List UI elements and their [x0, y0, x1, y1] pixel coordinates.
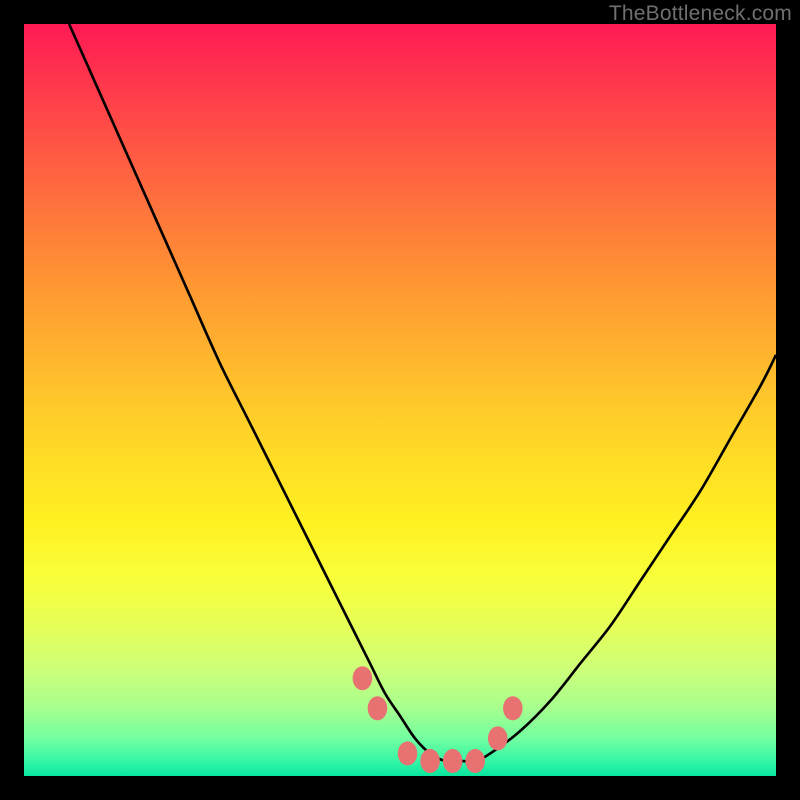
plot-area: [24, 24, 776, 776]
bottleneck-curve-path: [69, 24, 776, 762]
curve-svg: [24, 24, 776, 776]
watermark-text: TheBottleneck.com: [609, 2, 792, 26]
floor-dot-1: [398, 741, 418, 765]
floor-dot-2: [420, 749, 440, 773]
floor-dot-3: [443, 749, 463, 773]
right-threshold-upper: [503, 696, 523, 720]
left-threshold-lower: [368, 696, 388, 720]
floor-dot-4: [465, 749, 485, 773]
chart-frame: TheBottleneck.com: [0, 0, 800, 800]
left-threshold-upper: [353, 666, 373, 690]
right-threshold-lower: [488, 726, 508, 750]
